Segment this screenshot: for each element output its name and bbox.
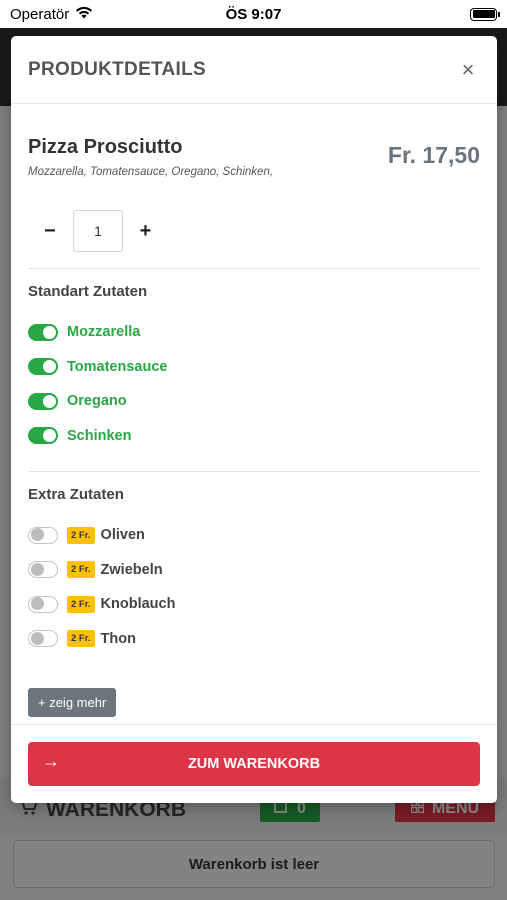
- standard-ingredients-list: Mozzarella Tomatensauce Oregano Schinken: [28, 315, 480, 463]
- toggle-switch[interactable]: [28, 358, 58, 376]
- ingredient-label: Thon: [100, 630, 136, 647]
- battery-icon: [470, 7, 500, 21]
- product-name: Pizza Prosciutto: [28, 136, 183, 158]
- ingredient-label: Oliven: [100, 527, 145, 544]
- price-badge: 2 Fr.: [67, 561, 95, 579]
- ingredient-label: Zwiebeln: [100, 561, 163, 578]
- extra-ingredient-oliven[interactable]: 2 Fr. Oliven: [28, 518, 480, 553]
- standard-ingredients-title: Standart Zutaten: [28, 283, 148, 300]
- ingredient-label: Mozzarella: [67, 324, 141, 341]
- toggle-switch[interactable]: [28, 630, 58, 648]
- extra-ingredients-list: 2 Fr. Oliven 2 Fr. Zwiebeln 2 Fr. Knobla…: [28, 518, 480, 666]
- price-badge: 2 Fr.: [67, 526, 95, 544]
- toggle-switch[interactable]: [28, 392, 58, 410]
- toggle-switch[interactable]: [28, 526, 58, 544]
- toggle-switch[interactable]: [28, 427, 58, 445]
- carrier-label: Operatör: [10, 5, 70, 23]
- ingredient-label: Oregano: [67, 393, 127, 410]
- status-bar: Operatör ÖS 9:07: [0, 0, 507, 28]
- product-details-modal: PRODUKTDETAILS × Pizza Prosciutto Mozzar…: [11, 36, 497, 803]
- add-to-cart-button[interactable]: → ZUM WARENKORB: [28, 742, 480, 786]
- toggle-switch[interactable]: [28, 595, 58, 613]
- standard-ingredient-tomatensauce[interactable]: Tomatensauce: [28, 350, 480, 385]
- wifi-icon: [75, 6, 93, 23]
- price-badge: 2 Fr.: [67, 630, 95, 648]
- standard-ingredient-mozzarella[interactable]: Mozzarella: [28, 315, 480, 350]
- quantity-input[interactable]: 1: [73, 210, 123, 252]
- modal-footer: → ZUM WARENKORB: [11, 724, 497, 803]
- modal-header: PRODUKTDETAILS ×: [11, 36, 497, 104]
- toggle-switch[interactable]: [28, 323, 58, 341]
- arrow-right-icon: →: [42, 751, 60, 771]
- product-description: Mozzarella, Tomatensauce, Oregano, Schin…: [28, 166, 274, 178]
- ingredient-label: Tomatensauce: [67, 358, 168, 375]
- modal-body: Pizza Prosciutto Mozzarella, Tomatensauc…: [11, 104, 497, 717]
- close-button[interactable]: ×: [456, 57, 480, 82]
- add-to-cart-label: ZUM WARENKORB: [187, 756, 321, 772]
- ingredient-label: Schinken: [67, 427, 132, 444]
- increase-quantity-button[interactable]: +: [123, 220, 168, 243]
- price-badge: 2 Fr.: [67, 595, 95, 613]
- extra-ingredients-title: Extra Zutaten: [28, 486, 124, 503]
- product-price: Fr. 17,50: [387, 142, 480, 168]
- decrease-quantity-button[interactable]: −: [28, 220, 73, 243]
- standard-ingredient-oregano[interactable]: Oregano: [28, 384, 480, 419]
- quantity-stepper: − 1 +: [28, 194, 480, 269]
- extra-ingredient-thon[interactable]: 2 Fr. Thon: [28, 622, 480, 657]
- modal-title: PRODUKTDETAILS: [28, 58, 207, 80]
- status-left: Operatör: [10, 6, 93, 23]
- product-summary: Pizza Prosciutto Mozzarella, Tomatensauc…: [28, 104, 480, 194]
- standard-ingredient-schinken[interactable]: Schinken: [28, 419, 480, 454]
- extra-ingredient-knoblauch[interactable]: 2 Fr. Knoblauch: [28, 587, 480, 622]
- ingredient-label: Knoblauch: [100, 596, 176, 613]
- extra-ingredient-zwiebeln[interactable]: 2 Fr. Zwiebeln: [28, 553, 480, 588]
- show-more-button[interactable]: + zeig mehr: [28, 688, 117, 717]
- toggle-switch[interactable]: [28, 561, 58, 579]
